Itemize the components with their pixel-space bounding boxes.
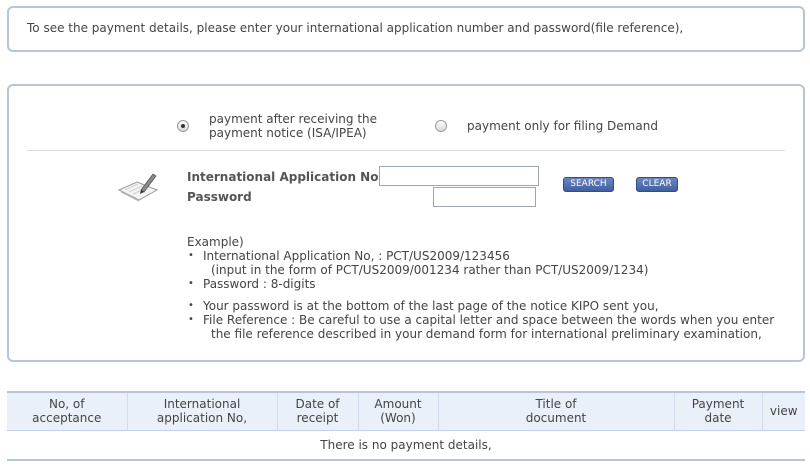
password-input[interactable] (433, 187, 536, 207)
example-item-text: Your password is at the bottom of the la… (203, 299, 659, 313)
password-label: Password (187, 190, 252, 204)
search-form-panel: payment after receiving the payment noti… (7, 84, 805, 362)
table-header-row: No, of acceptance International applicatio… (7, 391, 805, 431)
pen-and-paper-icon (117, 173, 159, 202)
notice-box: To see the payment details, please enter… (7, 6, 805, 52)
notice-text: To see the payment details, please enter… (27, 21, 684, 35)
column-header-acceptance-no: No, of acceptance (7, 391, 127, 431)
column-header-view: view (761, 391, 805, 431)
example-title: Example) (187, 235, 244, 249)
radio-payment-after-notice-label[interactable]: payment after receiving the payment noti… (209, 112, 389, 140)
column-header-payment-date: Payment date (673, 391, 762, 431)
clear-button[interactable]: CLEAR (636, 177, 678, 192)
column-header-title-of-document: Title of document (437, 391, 674, 431)
example-instructions: Example) International Application No, :… (187, 235, 787, 341)
example-item-text: Password : 8-digits (203, 277, 316, 291)
example-item-text: International Application No, : PCT/US20… (203, 249, 510, 263)
example-item-subtext: the file reference described in your dem… (211, 327, 762, 341)
app-no-input[interactable] (379, 166, 539, 186)
payment-results-table: No, of acceptance International applicatio… (7, 391, 805, 461)
app-no-label: International Application No, (187, 170, 384, 184)
column-header-application-no: International application No, (126, 391, 277, 431)
example-item: File Reference : Be careful to use a cap… (187, 313, 787, 341)
divider (27, 150, 785, 151)
radio-payment-after-notice[interactable] (177, 120, 189, 132)
search-button[interactable]: SEARCH (563, 177, 614, 192)
radio-payment-filing-demand[interactable] (435, 120, 447, 132)
example-item-subtext: (input in the form of PCT/US2009/001234 … (211, 263, 649, 277)
example-item: Your password is at the bottom of the la… (187, 299, 787, 313)
radio-payment-filing-demand-label[interactable]: payment only for filing Demand (467, 119, 658, 133)
empty-message: There is no payment details, (7, 430, 805, 461)
example-item: Password : 8-digits (187, 277, 787, 291)
column-header-date-of-receipt: Date of receipt (276, 391, 358, 431)
example-item-text: File Reference : Be careful to use a cap… (203, 313, 775, 327)
table-row: There is no payment details, (7, 430, 805, 461)
column-header-amount: Amount (Won) (357, 391, 438, 431)
example-item: International Application No, : PCT/US20… (187, 249, 787, 277)
